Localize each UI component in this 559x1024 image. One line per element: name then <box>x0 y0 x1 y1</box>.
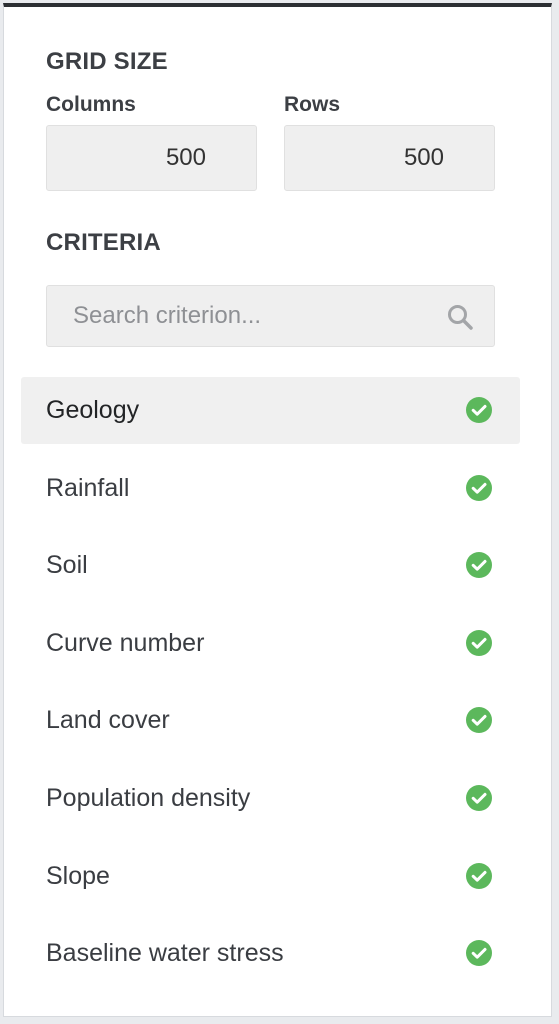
criteria-item-label: Curve number <box>46 628 205 657</box>
check-circle-icon <box>466 552 492 579</box>
criteria-item-soil[interactable]: Soil <box>21 532 520 599</box>
rows-label: Rows <box>284 93 341 116</box>
criterion-search-input[interactable] <box>47 286 437 346</box>
check-circle-icon <box>466 784 492 811</box>
criteria-heading: CRITERIA <box>46 229 161 256</box>
criteria-item-label: Rainfall <box>46 473 130 502</box>
check-circle-icon <box>466 707 492 734</box>
criteria-item-curve-number[interactable]: Curve number <box>21 610 520 677</box>
criteria-item-land-cover[interactable]: Land cover <box>21 687 520 754</box>
grid-size-heading: GRID SIZE <box>46 48 168 75</box>
columns-label: Columns <box>46 93 136 116</box>
columns-input[interactable] <box>46 125 257 191</box>
criteria-item-label: Slope <box>46 861 110 890</box>
criteria-item-geology[interactable]: Geology <box>21 377 520 444</box>
criteria-list: Geology Rainfall Soil Curve number Land … <box>21 377 520 998</box>
criterion-search-box <box>46 285 495 347</box>
criteria-item-slope[interactable]: Slope <box>21 843 520 910</box>
criteria-item-population-density[interactable]: Population density <box>21 765 520 832</box>
criteria-item-label: Land cover <box>46 706 170 735</box>
criteria-item-baseline-water-stress[interactable]: Baseline water stress <box>21 920 520 987</box>
criteria-item-label: Baseline water stress <box>46 939 284 968</box>
criteria-item-label: Geology <box>46 396 140 424</box>
criteria-item-label: Population density <box>46 783 251 812</box>
rows-input[interactable] <box>284 125 495 191</box>
criteria-item-rainfall[interactable]: Rainfall <box>21 455 520 522</box>
check-circle-icon <box>466 629 492 656</box>
check-circle-icon <box>466 474 492 501</box>
criteria-item-label: Soil <box>46 551 88 580</box>
check-circle-icon <box>466 397 492 423</box>
check-circle-icon <box>466 940 492 967</box>
check-circle-icon <box>466 862 492 889</box>
search-icon[interactable] <box>446 303 474 331</box>
settings-panel: GRID SIZE Columns Rows CRITERIA Geology … <box>3 3 552 1017</box>
